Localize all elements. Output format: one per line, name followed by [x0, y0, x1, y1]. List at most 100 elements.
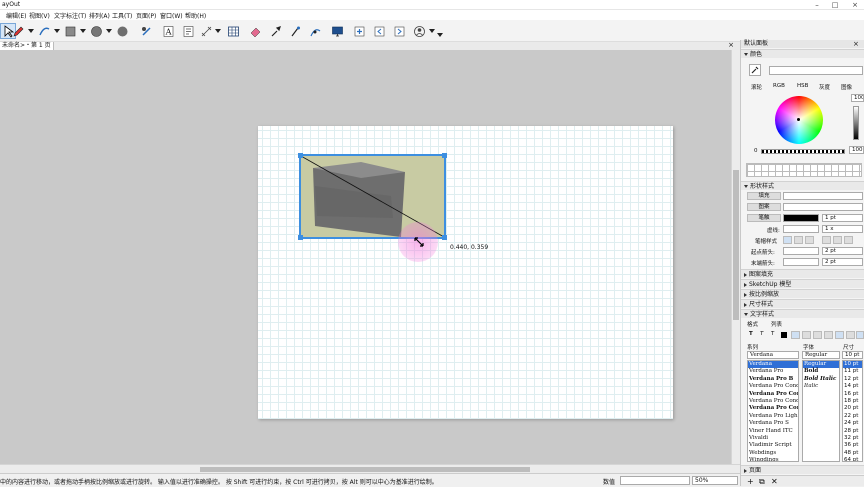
cap-butt-button[interactable]: [783, 236, 792, 244]
zoom-select[interactable]: 50%: [692, 476, 738, 485]
font-size-field[interactable]: 10 pt: [842, 351, 863, 359]
resize-handle-top-right[interactable]: [442, 153, 447, 158]
end-arrow-select[interactable]: [783, 258, 819, 266]
align-center-button[interactable]: [802, 331, 811, 339]
menu-window[interactable]: 窗口(W): [160, 11, 183, 20]
font-size-item[interactable]: 14 pt: [843, 383, 862, 390]
text-subtab-list[interactable]: 列表: [771, 320, 782, 328]
font-size-item[interactable]: 64 pt: [843, 457, 862, 461]
color-swatch-grid[interactable]: [746, 163, 862, 177]
horizontal-scroll-thumb[interactable]: [200, 467, 530, 472]
rectangle-dropdown-caret[interactable]: [80, 29, 86, 33]
font-size-item[interactable]: 32 pt: [843, 435, 862, 442]
stroke-color-swatch[interactable]: [783, 214, 819, 222]
brightness-value[interactable]: 100: [851, 94, 864, 102]
arc-tool[interactable]: [36, 23, 52, 39]
presentation-tool[interactable]: [329, 23, 345, 39]
eraser-tool[interactable]: [247, 23, 263, 39]
pages-section-header[interactable]: 页面: [741, 465, 864, 474]
menu-text[interactable]: 文字标注(T): [54, 11, 86, 20]
font-size-item[interactable]: 12 pt: [843, 376, 862, 383]
minimize-button[interactable]: –: [808, 0, 826, 10]
dimension-style-section-header[interactable]: 尺寸样式: [741, 299, 864, 308]
rectangle-tool[interactable]: [62, 23, 78, 39]
typeface-item[interactable]: Italic: [803, 383, 839, 390]
align-left-button[interactable]: [791, 331, 800, 339]
offset-tool[interactable]: [138, 23, 154, 39]
pattern-toggle-button[interactable]: 图案: [747, 203, 781, 211]
font-size-item[interactable]: 18 pt: [843, 398, 862, 405]
font-size-item[interactable]: 48 pt: [843, 450, 862, 457]
end-arrow-size-field[interactable]: 2 pt: [822, 258, 863, 266]
dimension-tool[interactable]: [198, 23, 214, 39]
pattern-fill-section-header[interactable]: 图案填充: [741, 269, 864, 278]
resize-handle-top-left[interactable]: [298, 153, 303, 158]
typeface-item[interactable]: Bold Italic: [803, 376, 839, 383]
horizontal-scrollbar[interactable]: [0, 464, 740, 473]
current-color-swatch[interactable]: [769, 66, 863, 75]
font-family-item[interactable]: Verdana Pro S: [748, 420, 798, 427]
typeface-field[interactable]: Regular: [802, 351, 840, 359]
add-page-icon[interactable]: +: [747, 477, 754, 486]
dimension-dropdown-caret[interactable]: [215, 29, 221, 33]
colors-section-header[interactable]: 颜色: [741, 49, 864, 58]
toolbar-overflow-caret[interactable]: [437, 33, 443, 37]
arc-dropdown-caret[interactable]: [54, 29, 60, 33]
close-tab-icon[interactable]: ×: [728, 41, 734, 49]
maximize-button[interactable]: □: [826, 0, 844, 10]
font-family-item[interactable]: Verdana Pro Con: [748, 391, 798, 398]
menu-edit[interactable]: 编辑(E): [6, 11, 26, 20]
color-tab-wheel[interactable]: 滚轮: [751, 83, 762, 91]
color-tab-image[interactable]: 图像: [841, 83, 852, 91]
dash-style-select[interactable]: [783, 225, 819, 233]
close-window-button[interactable]: ×: [846, 0, 864, 10]
join-tool[interactable]: [307, 23, 323, 39]
menu-tools[interactable]: 工具(T): [112, 11, 132, 20]
account-dropdown-caret[interactable]: [429, 29, 435, 33]
eyedropper-icon[interactable]: [749, 64, 761, 76]
font-family-item[interactable]: Verdana Pro: [748, 368, 798, 375]
menu-help[interactable]: 帮助(H): [185, 11, 206, 20]
split-tool[interactable]: [287, 23, 303, 39]
opacity-slider[interactable]: [761, 149, 845, 154]
font-family-item[interactable]: Verdana Pro Cond: [748, 398, 798, 405]
pencil-dropdown-caret[interactable]: [28, 29, 34, 33]
start-arrow-select[interactable]: [783, 247, 819, 255]
text-tool[interactable]: A: [160, 23, 176, 39]
menu-pages[interactable]: 页面(P): [136, 11, 156, 20]
document-tab[interactable]: 未命名>・第 1 页: [0, 42, 54, 50]
anchor-top-button[interactable]: [835, 331, 844, 339]
stroke-weight-field[interactable]: 1 pt: [822, 214, 863, 222]
font-size-item[interactable]: 20 pt: [843, 405, 862, 412]
menu-arrange[interactable]: 排列(A): [89, 11, 110, 20]
font-size-item[interactable]: 16 pt: [843, 391, 862, 398]
stroke-toggle-button[interactable]: 笔触: [747, 214, 781, 222]
align-justify-button[interactable]: [824, 331, 833, 339]
sketchup-model-section-header[interactable]: SketchUp 模型: [741, 279, 864, 288]
text-color-swatch[interactable]: [781, 332, 787, 338]
anchor-bottom-button[interactable]: [856, 331, 864, 339]
brightness-slider[interactable]: [853, 106, 859, 140]
shape-style-section-header[interactable]: 形状样式: [741, 181, 864, 190]
scaled-drawing-section-header[interactable]: 按比例缩放: [741, 289, 864, 298]
text-style-section-header[interactable]: 文字样式: [741, 309, 864, 318]
menu-view[interactable]: 视图(V): [29, 11, 50, 20]
font-family-item[interactable]: Viner Hand ITC: [748, 428, 798, 435]
vertical-scrollbar[interactable]: [731, 50, 740, 464]
table-tool[interactable]: [225, 23, 241, 39]
join-bevel-button[interactable]: [844, 236, 853, 244]
align-right-button[interactable]: [813, 331, 822, 339]
measurement-input[interactable]: [620, 476, 690, 485]
font-size-item[interactable]: 22 pt: [843, 413, 862, 420]
typeface-item[interactable]: Bold: [803, 368, 839, 375]
polygon-tool[interactable]: [114, 23, 130, 39]
font-family-item[interactable]: Verdana: [748, 361, 798, 369]
circle-dropdown-caret[interactable]: [106, 29, 112, 33]
text-subtab-format[interactable]: 格式: [747, 320, 758, 328]
vertical-scroll-thumb[interactable]: [733, 170, 739, 320]
resize-handle-bottom-right[interactable]: [442, 235, 447, 240]
font-size-item[interactable]: 24 pt: [843, 420, 862, 427]
font-family-item[interactable]: Verdana Pro Conc: [748, 405, 798, 412]
account-tool[interactable]: [411, 23, 427, 39]
anchor-middle-button[interactable]: [846, 331, 855, 339]
